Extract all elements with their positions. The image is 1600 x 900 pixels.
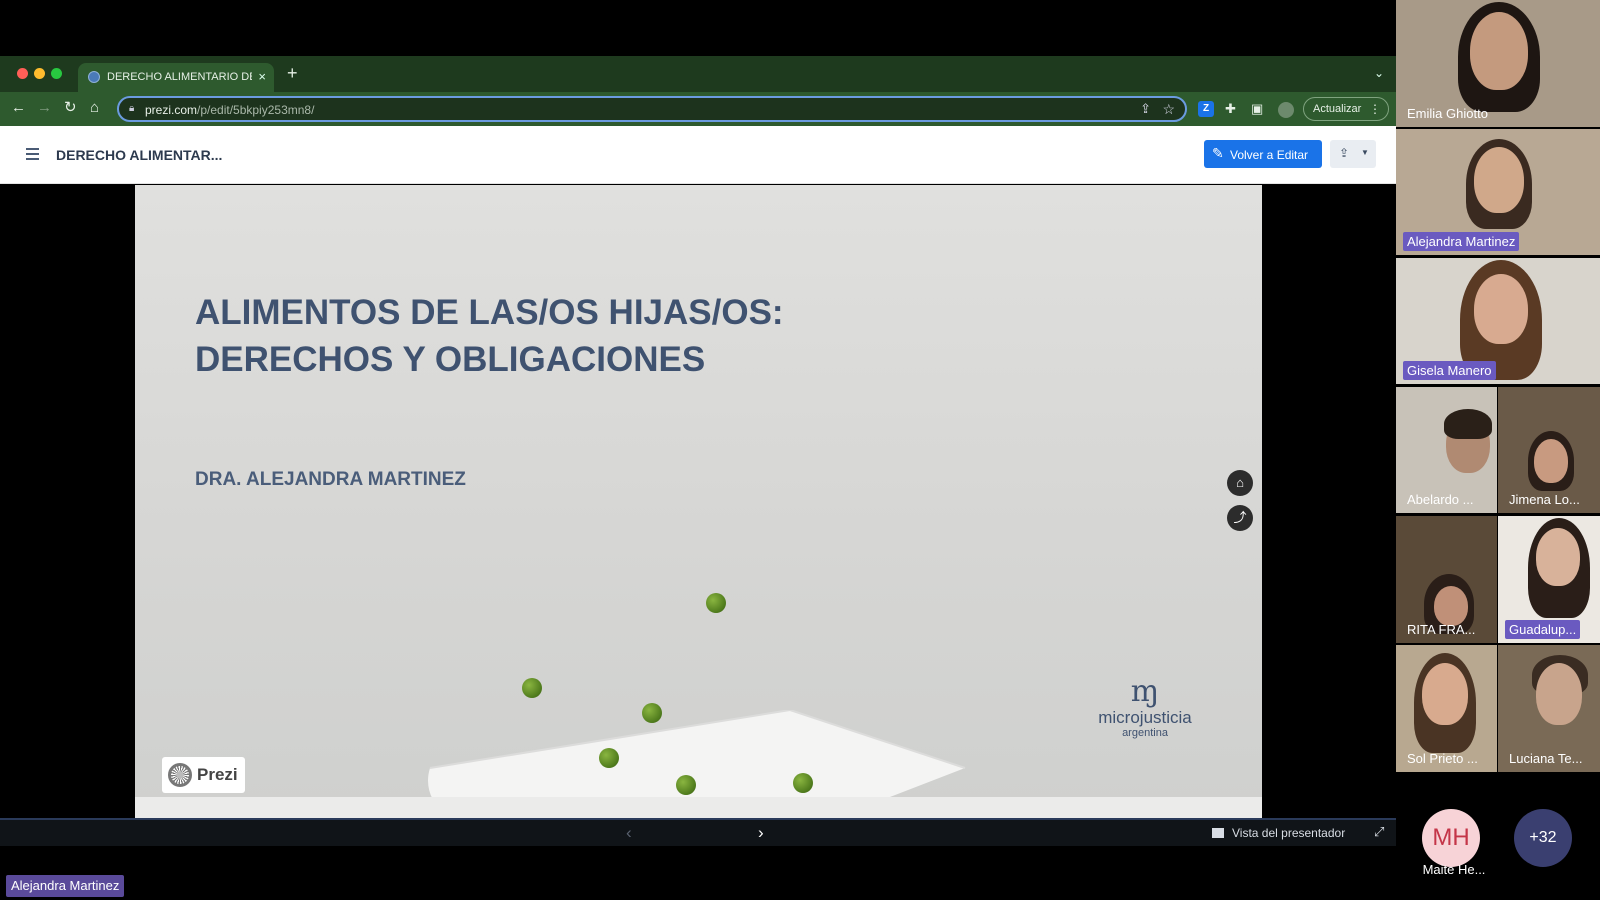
participant-name: Emilia Ghiotto <box>1407 106 1488 121</box>
hamburger-menu-icon[interactable] <box>26 148 39 163</box>
prezi-badge[interactable]: Prezi <box>162 757 245 793</box>
participant-name: Guadalup... <box>1505 620 1581 639</box>
tab-title: DERECHO ALIMENTARIO DE D <box>107 71 252 83</box>
participant-name: Gisela Manero <box>1403 361 1496 380</box>
prezi-logo-icon <box>168 763 192 787</box>
more-participants-button[interactable]: +32 <box>1514 809 1572 867</box>
presenter-view-button[interactable]: Vista del presentador <box>1212 826 1345 840</box>
presentation-controls: ‹ › Vista del presentador ⤢ <box>0 818 1396 846</box>
caret-down-icon: ▼ <box>1361 148 1369 157</box>
participant-name: Luciana Te... <box>1509 751 1583 766</box>
slide-title-line1: ALIMENTOS DE LAS/OS HIJAS/OS: <box>195 293 784 332</box>
presentation-title: DERECHO ALIMENTAR... <box>56 147 223 163</box>
microjusticia-mark-icon: ɱ <box>1130 674 1160 709</box>
pencil-icon: ✎ <box>1212 145 1224 161</box>
participant-avatar[interactable]: MH <box>1422 809 1480 867</box>
pea-image <box>706 593 726 613</box>
prezi-header: DERECHO ALIMENTAR... ✎ Volver a Editar ⇪… <box>0 126 1396 184</box>
pea-image <box>599 748 619 768</box>
back-icon[interactable]: ← <box>11 100 26 116</box>
browser-toolbar: ← → ↻ ⌂ 🔒︎ prezi.com/p/edit/5bkpiy253mn8… <box>0 92 1396 126</box>
side-panel-icon[interactable]: ▣ <box>1251 101 1263 117</box>
previous-slide-button[interactable]: ‹ <box>626 823 632 843</box>
presentation-stage: ALIMENTOS DE LAS/OS HIJAS/OS: DERECHOS Y… <box>0 185 1396 818</box>
participant-tile[interactable]: RITA FRA... <box>1396 516 1497 643</box>
profile-avatar[interactable] <box>1278 102 1294 118</box>
prezi-badge-label: Prezi <box>197 765 238 784</box>
forward-icon[interactable]: → <box>37 100 52 116</box>
chevron-down-icon[interactable]: ⌄ <box>1374 66 1384 80</box>
participant-name: Alejandra Martinez <box>1403 232 1520 251</box>
slide-title-line2: DERECHOS Y OBLIGACIONES <box>195 340 706 379</box>
new-tab-button[interactable]: + <box>287 64 298 82</box>
update-button-label: Actualizar <box>1313 103 1362 115</box>
pea-image <box>793 773 813 793</box>
participant-tile[interactable]: Emilia Ghiotto <box>1396 0 1600 127</box>
reload-icon[interactable]: ↻ <box>64 100 77 116</box>
bookmark-star-icon[interactable]: ☆ <box>1162 101 1175 118</box>
participant-name: Sol Prieto ... <box>1407 751 1478 766</box>
participant-tile[interactable]: Luciana Te... <box>1498 645 1600 772</box>
participant-tile[interactable]: Guadalup... <box>1498 516 1600 643</box>
browser-window: DERECHO ALIMENTARIO DE D × + ⌄ ← → ↻ ⌂ 🔒… <box>0 56 1396 846</box>
slide-title: ALIMENTOS DE LAS/OS HIJAS/OS: DERECHOS Y… <box>195 289 784 383</box>
edit-button-label: Volver a Editar <box>1230 148 1309 162</box>
globe-icon <box>88 71 100 83</box>
more-vert-icon: ⋮ <box>1369 102 1381 116</box>
share-icon: ⇪ <box>1339 146 1350 160</box>
presenter-view-label: Vista del presentador <box>1232 826 1346 840</box>
url-host: prezi.com <box>145 103 198 117</box>
share-icon[interactable]: ⇪ <box>1140 101 1151 117</box>
brand-name: microjusticia <box>1098 708 1192 727</box>
zoom-extension-icon[interactable]: Z <box>1198 101 1214 117</box>
tab-bar: DERECHO ALIMENTARIO DE D × + ⌄ <box>0 56 1396 92</box>
participant-tile[interactable]: Gisela Manero <box>1396 258 1600 384</box>
presenter-view-icon <box>1212 828 1224 838</box>
slide-author: DRA. ALEJANDRA MARTINEZ <box>195 469 466 490</box>
pea-image <box>676 775 696 795</box>
minimize-window-button[interactable] <box>34 68 45 79</box>
address-bar[interactable]: 🔒︎ prezi.com/p/edit/5bkpiy253mn8/ ⇪ ☆ <box>117 96 1187 122</box>
export-dropdown-button[interactable]: ⇪ ▼ <box>1330 140 1376 168</box>
brand-sub: argentina <box>1122 727 1168 739</box>
microjusticia-logo: ɱ microjusticia argentina <box>1085 675 1205 740</box>
next-slide-button[interactable]: › <box>758 823 764 843</box>
home-view-button[interactable]: ⌂ <box>1227 470 1253 496</box>
slide: ALIMENTOS DE LAS/OS HIJAS/OS: DERECHOS Y… <box>135 185 1262 818</box>
participant-name: RITA FRA... <box>1407 622 1476 637</box>
browser-tab[interactable]: DERECHO ALIMENTARIO DE D × <box>78 63 274 92</box>
extensions-puzzle-icon[interactable]: ✚ <box>1225 101 1236 117</box>
participant-name: Abelardo ... <box>1407 492 1474 507</box>
home-icon[interactable]: ⌂ <box>90 100 99 116</box>
update-button[interactable]: Actualizar ⋮ <box>1303 97 1389 121</box>
participant-tile[interactable]: Jimena Lo... <box>1498 387 1600 513</box>
maximize-window-button[interactable] <box>51 68 62 79</box>
lock-icon: 🔒︎ <box>129 103 135 114</box>
slide-floor <box>135 797 1262 818</box>
participant-tile[interactable]: Abelardo ... <box>1396 387 1497 513</box>
close-window-button[interactable] <box>17 68 28 79</box>
zoom-out-button[interactable]: ⤴ <box>1227 505 1253 531</box>
url-path: /p/edit/5bkpiy253mn8/ <box>197 103 315 117</box>
close-tab-icon[interactable]: × <box>258 69 266 84</box>
participant-tile[interactable]: Sol Prieto ... <box>1396 645 1497 772</box>
fullscreen-icon[interactable]: ⤢ <box>1374 824 1384 840</box>
participant-avatar-name: Maite He... <box>1422 862 1486 877</box>
pea-image <box>522 678 542 698</box>
pea-image <box>642 703 662 723</box>
edit-button[interactable]: ✎ Volver a Editar <box>1204 140 1322 168</box>
active-speaker-label: Alejandra Martinez <box>6 875 125 897</box>
participant-name: Jimena Lo... <box>1509 492 1580 507</box>
participant-tile[interactable]: Alejandra Martinez <box>1396 129 1600 255</box>
